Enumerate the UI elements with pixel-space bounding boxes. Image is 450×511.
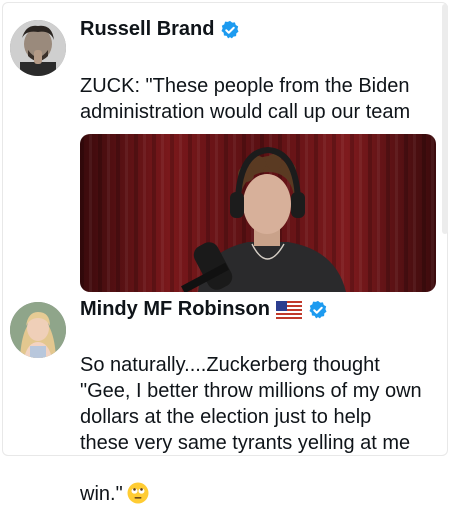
tweet-text: So naturally....Zuckerberg thought "Gee,…	[80, 354, 422, 505]
eye-roll-face-emoji	[127, 456, 149, 504]
tweet-russell-brand[interactable]: Russell Brand ZUCK: "These people from t…	[0, 0, 450, 296]
avatar-mindy-robinson[interactable]	[10, 302, 66, 358]
tweet-video-thumbnail[interactable]	[80, 134, 436, 292]
avatar-russell-brand[interactable]	[10, 20, 66, 76]
verified-badge-icon	[308, 300, 328, 320]
author-name[interactable]: Russell Brand	[80, 18, 214, 41]
tweet-mindy-robinson[interactable]: Mindy MF Robinson So naturally....Zucker…	[0, 296, 450, 505]
us-flag-icon	[275, 300, 302, 319]
verified-badge-icon	[220, 20, 240, 40]
author-name[interactable]: Mindy MF Robinson	[80, 298, 270, 321]
